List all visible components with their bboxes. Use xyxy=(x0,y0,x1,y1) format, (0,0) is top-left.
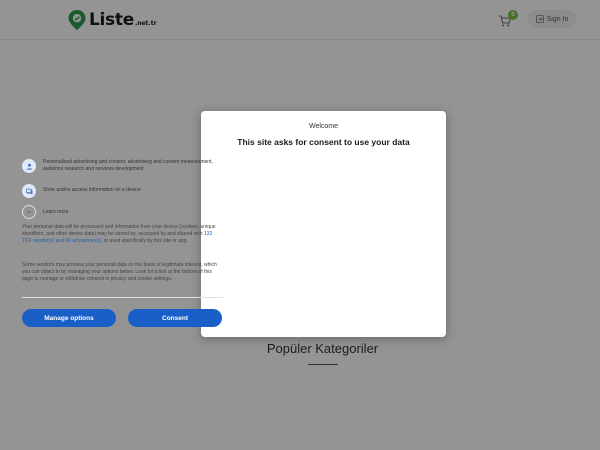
purpose-item: Personalised advertising and content, ad… xyxy=(22,159,222,173)
purpose-text: Store and/or access information on a dev… xyxy=(43,187,141,193)
description-text: Your personal data will be processed and… xyxy=(22,224,216,237)
consent-dialog: Welcome This site asks for consent to us… xyxy=(201,111,446,337)
consent-description: Your personal data will be processed and… xyxy=(22,224,222,244)
dialog-divider xyxy=(22,297,223,298)
manage-options-button[interactable]: Manage options xyxy=(22,309,116,327)
learn-more-toggle[interactable]: Learn more xyxy=(22,205,222,219)
purpose-text: Personalised advertising and content, ad… xyxy=(43,159,213,172)
description-text-end: , or used specifically by this site or a… xyxy=(100,237,188,244)
learn-more-label: Learn more xyxy=(43,209,69,215)
dialog-welcome: Welcome xyxy=(308,123,339,130)
chevron-down-icon xyxy=(22,205,36,219)
purpose-item: Store and/or access information on a dev… xyxy=(22,184,222,198)
consent-button[interactable]: Consent xyxy=(128,309,222,327)
device-icon xyxy=(22,184,36,198)
dialog-title: This site asks for consent to use your d… xyxy=(237,137,410,147)
user-icon xyxy=(22,159,36,173)
legitimate-interest-text: Some vendors may process your personal d… xyxy=(22,262,217,282)
